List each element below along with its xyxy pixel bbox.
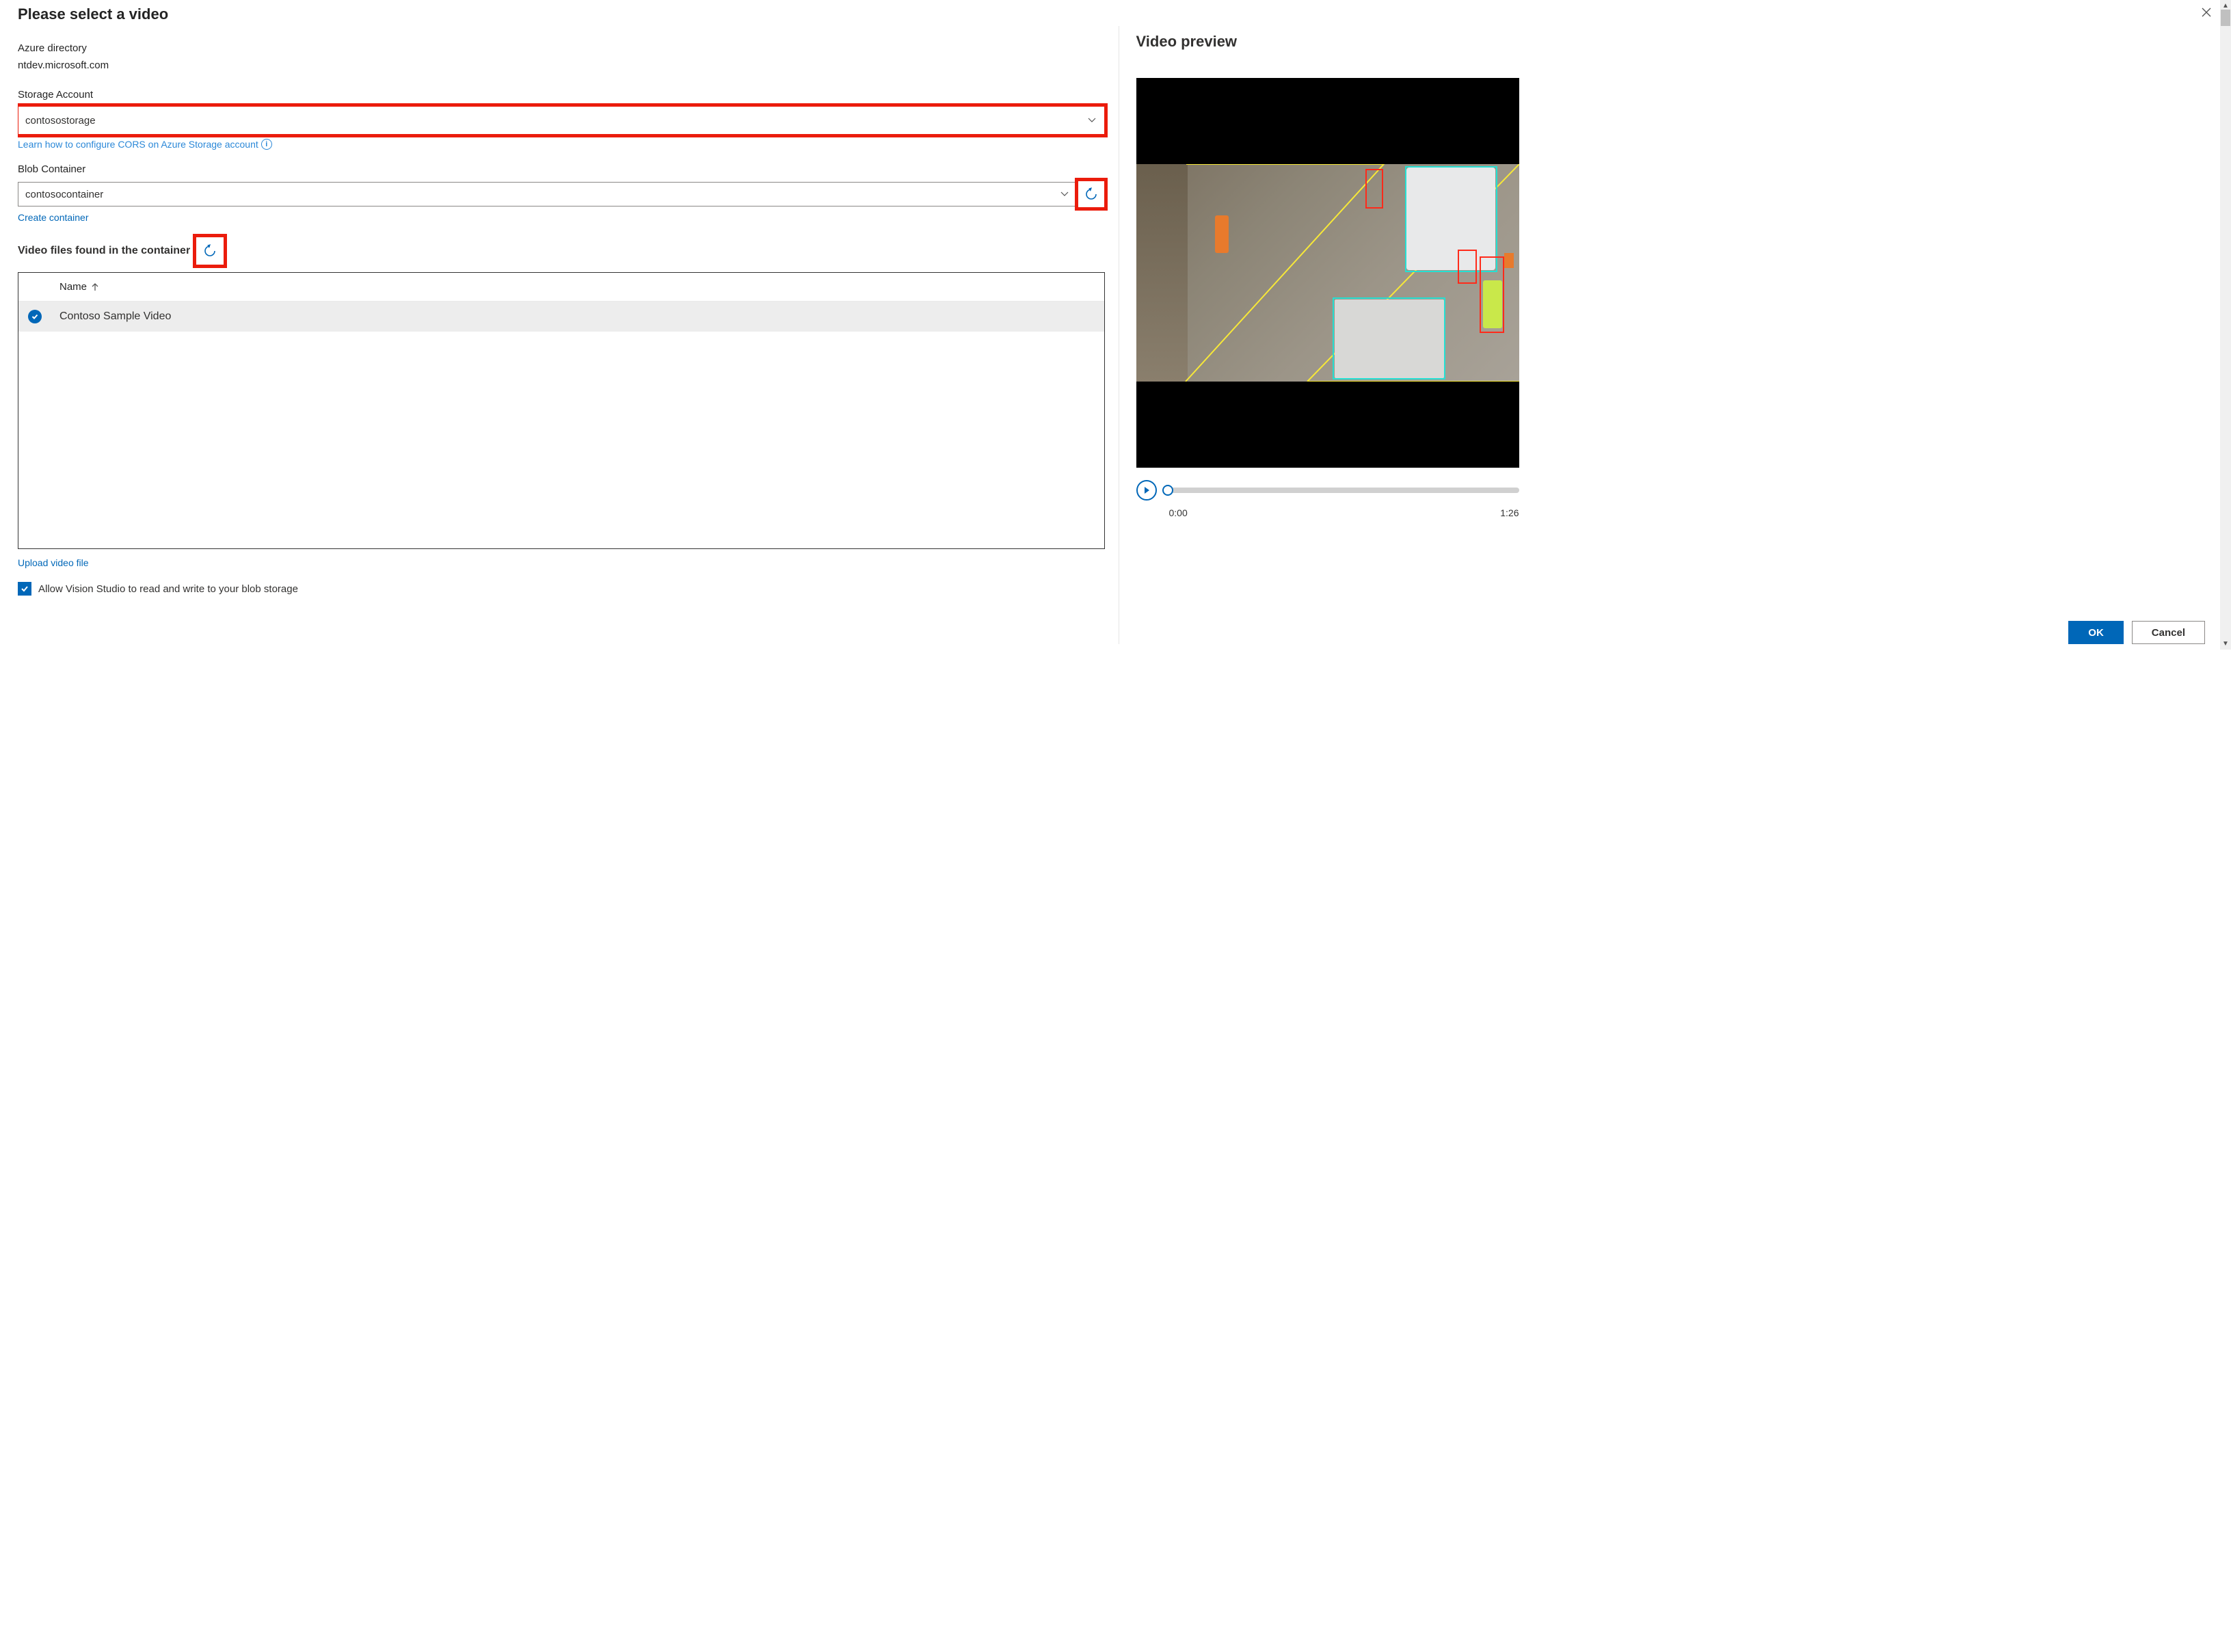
allow-label: Allow Vision Studio to read and write to… — [38, 583, 298, 595]
sort-up-icon — [90, 282, 101, 293]
close-icon — [2201, 7, 2212, 18]
upload-video-link[interactable]: Upload video file — [18, 557, 89, 568]
detection-box — [1365, 169, 1383, 209]
scroll-down-icon[interactable]: ▼ — [2220, 638, 2231, 650]
detection-box — [1458, 250, 1477, 284]
refresh-files-button[interactable] — [196, 237, 224, 265]
info-icon: i — [261, 139, 272, 150]
cors-link[interactable]: Learn how to configure CORS on Azure Sto… — [18, 139, 272, 150]
dialog-title: Please select a video — [18, 5, 1105, 23]
azure-directory-label: Azure directory — [18, 42, 1105, 54]
row-selected-icon — [28, 310, 42, 323]
timeline-thumb[interactable] — [1162, 485, 1173, 496]
cancel-button[interactable]: Cancel — [2132, 621, 2205, 644]
blob-container-value: contosocontainer — [25, 189, 103, 200]
play-icon — [1143, 486, 1151, 494]
file-name: Contoso Sample Video — [59, 310, 171, 323]
allow-checkbox[interactable] — [18, 582, 31, 596]
right-panel: Video preview — [1119, 26, 2219, 644]
vertical-scrollbar[interactable]: ▲ ▼ — [2220, 0, 2231, 650]
time-start: 0:00 — [1169, 507, 1188, 518]
files-heading: Video files found in the container — [18, 245, 190, 257]
select-video-dialog: Please select a video Azure directory nt… — [0, 0, 2231, 650]
refresh-icon — [1084, 187, 1098, 201]
worker-shape — [1215, 215, 1229, 253]
azure-directory-value: ntdev.microsoft.com — [18, 59, 1105, 71]
close-button[interactable] — [2201, 7, 2212, 21]
video-preview[interactable] — [1136, 78, 1519, 468]
storage-account-value: contosostorage — [25, 115, 96, 126]
blob-container-select[interactable]: contosocontainer — [18, 182, 1078, 206]
preview-title: Video preview — [1136, 33, 2219, 51]
refresh-icon — [203, 244, 217, 258]
checkmark-icon — [20, 584, 29, 594]
scroll-thumb[interactable] — [2221, 10, 2230, 26]
create-container-link[interactable]: Create container — [18, 212, 89, 223]
chevron-down-icon — [1059, 188, 1070, 201]
video-frame — [1136, 164, 1519, 382]
play-button[interactable] — [1136, 480, 1157, 501]
time-labels: 0:00 1:26 — [1136, 507, 1519, 518]
video-timeline[interactable] — [1164, 488, 1519, 493]
chevron-down-icon — [1086, 114, 1097, 127]
video-controls — [1136, 480, 1519, 501]
table-row[interactable]: Contoso Sample Video — [18, 302, 1104, 332]
detection-box — [1333, 297, 1445, 379]
ok-button[interactable]: OK — [2068, 621, 2124, 644]
left-panel: Please select a video Azure directory nt… — [18, 5, 1119, 644]
blob-container-label: Blob Container — [18, 163, 1105, 175]
files-table: Name Contoso Sample Video — [18, 272, 1105, 549]
detection-box — [1480, 256, 1504, 333]
storage-account-select[interactable]: contosostorage — [18, 106, 1105, 135]
refresh-containers-button[interactable] — [1078, 181, 1105, 208]
storage-account-label: Storage Account — [18, 89, 1105, 101]
dialog-footer: OK Cancel — [2068, 621, 2205, 644]
name-column-header[interactable]: Name — [59, 281, 101, 293]
table-header: Name — [18, 273, 1104, 302]
cone-shape — [1504, 253, 1514, 268]
time-end: 1:26 — [1500, 507, 1519, 518]
